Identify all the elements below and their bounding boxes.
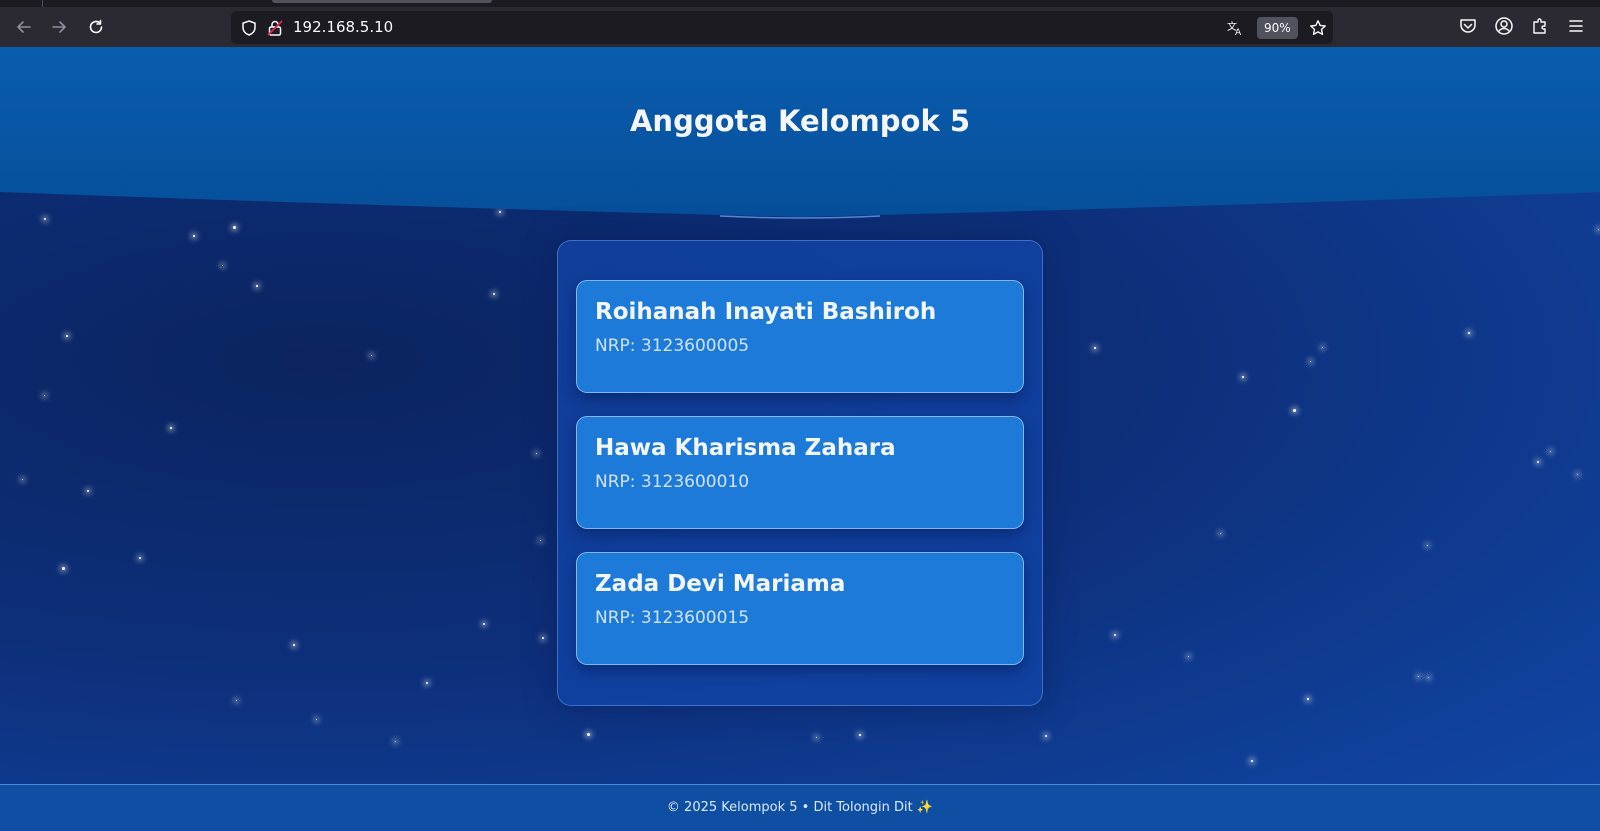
back-arrow-icon (17, 21, 31, 33)
star-dot (483, 623, 485, 625)
active-tab-indicator[interactable] (272, 0, 492, 3)
forward-button[interactable] (44, 12, 74, 42)
page-content: Anggota Kelompok 5 Roihanah Inayati Bash… (0, 47, 1600, 831)
star-dot (1293, 409, 1296, 412)
star-dot (1220, 533, 1221, 534)
member-nrp: NRP: 3123600010 (595, 472, 750, 492)
footer-text: © 2025 Kelompok 5 • Dit Tolongin Dit ✨ (666, 800, 934, 815)
star-dot (493, 293, 495, 295)
star-dot (62, 567, 65, 570)
star-dot (1428, 677, 1429, 678)
star-dot (1598, 229, 1599, 230)
member-card: Hawa Kharisma Zahara NRP: 3123600010 (576, 416, 1024, 529)
member-card: Zada Devi Mariama NRP: 3123600015 (576, 552, 1024, 665)
star-dot (293, 644, 295, 646)
star-dot (233, 226, 236, 229)
star-dot (1094, 347, 1096, 349)
svg-text:A: A (1235, 28, 1242, 37)
star-dot (1468, 332, 1470, 334)
star-dot (87, 490, 89, 492)
star-dot (816, 737, 817, 738)
star-dot (1188, 656, 1189, 657)
member-name: Roihanah Inayati Bashiroh (595, 299, 937, 325)
account-icon[interactable] (1494, 16, 1514, 36)
star-dot (395, 741, 396, 742)
star-dot (1045, 735, 1047, 737)
member-name: Zada Devi Mariama (595, 571, 846, 597)
star-dot (1310, 361, 1311, 362)
address-bar[interactable]: 192.168.5.10 文A 90% (231, 11, 1333, 44)
star-dot (256, 285, 258, 287)
member-nrp: NRP: 3123600005 (595, 336, 750, 356)
tab-separator (42, 0, 43, 7)
star-dot (1307, 698, 1309, 700)
star-dot (66, 335, 68, 337)
star-dot (170, 427, 172, 429)
members-panel: Roihanah Inayati Bashiroh NRP: 312360000… (557, 240, 1043, 706)
shield-icon[interactable] (240, 19, 258, 37)
member-nrp: NRP: 3123600015 (595, 608, 750, 628)
star-dot (1242, 376, 1244, 378)
page-title: Anggota Kelompok 5 (629, 104, 970, 138)
star-dot (1550, 451, 1551, 452)
zoom-level-button[interactable]: 90% (1257, 17, 1298, 39)
url-text[interactable]: 192.168.5.10 (293, 18, 393, 36)
tab-strip (0, 0, 1600, 7)
footer: © 2025 Kelompok 5 • Dit Tolongin Dit ✨ (0, 784, 1600, 831)
star-dot (222, 265, 223, 266)
bookmark-star-icon[interactable] (1309, 19, 1327, 37)
translate-icon[interactable]: 文A (1226, 19, 1244, 37)
insecure-lock-icon[interactable] (266, 19, 284, 37)
star-dot (426, 682, 428, 684)
header: Anggota Kelompok 5 (0, 47, 1600, 222)
star-dot (1322, 347, 1323, 348)
member-card: Roihanah Inayati Bashiroh NRP: 312360000… (576, 280, 1024, 393)
star-dot (1251, 760, 1253, 762)
star-dot (44, 395, 45, 396)
star-dot (859, 734, 861, 736)
pocket-icon[interactable] (1458, 16, 1478, 36)
star-dot (542, 637, 544, 639)
star-dot (371, 355, 372, 356)
star-dot (1577, 474, 1578, 475)
star-dot (1114, 634, 1116, 636)
extensions-icon[interactable] (1530, 16, 1550, 36)
star-dot (536, 453, 537, 454)
star-dot (22, 479, 23, 480)
member-name: Hawa Kharisma Zahara (595, 435, 896, 461)
star-dot (139, 557, 141, 559)
forward-arrow-icon (52, 21, 66, 33)
star-dot (316, 719, 317, 720)
star-dot (193, 235, 195, 237)
star-dot (1537, 461, 1539, 463)
back-button[interactable] (9, 12, 39, 42)
reload-button[interactable] (81, 12, 111, 42)
reload-icon (89, 19, 103, 34)
browser-toolbar: 192.168.5.10 文A 90% (0, 0, 1600, 47)
star-dot (236, 700, 237, 701)
star-dot (587, 733, 590, 736)
star-dot (1427, 545, 1428, 546)
star-dot (540, 540, 541, 541)
star-dot (1418, 676, 1419, 677)
menu-icon[interactable] (1566, 16, 1586, 36)
